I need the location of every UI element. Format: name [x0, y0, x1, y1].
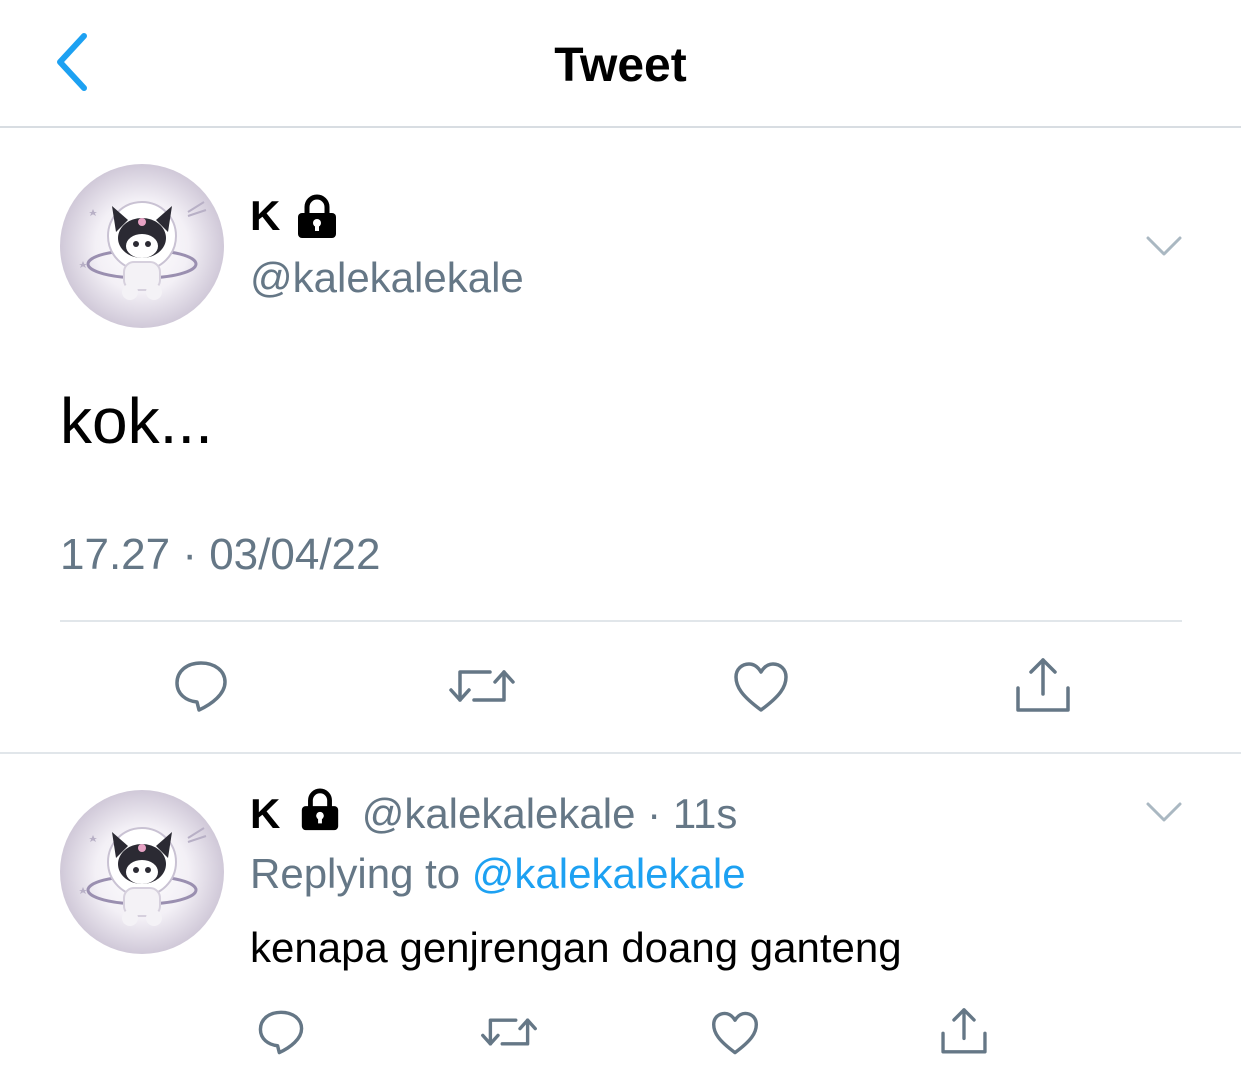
divider	[60, 620, 1182, 622]
mention-link[interactable]: @kalekalekale	[472, 850, 746, 897]
chevron-down-icon[interactable]	[1144, 798, 1184, 826]
chevron-down-icon[interactable]	[1144, 232, 1184, 260]
like-icon[interactable]	[732, 660, 790, 714]
reply-icon[interactable]	[172, 658, 230, 714]
separator-dot: ·	[647, 790, 662, 837]
retweet-icon[interactable]	[480, 1010, 538, 1054]
handle[interactable]: @kalekalekale	[250, 254, 524, 302]
lock-icon	[301, 788, 339, 831]
avatar-image	[79, 201, 207, 300]
reply-display-name[interactable]: K	[250, 790, 280, 837]
timestamp[interactable]: 17.27 · 03/04/22	[60, 530, 380, 580]
reply-header: K @kalekalekale · 11s	[250, 788, 737, 838]
retweet-icon[interactable]	[448, 660, 516, 712]
top-bar: Tweet	[0, 0, 1241, 128]
reply-avatar[interactable]	[60, 790, 224, 954]
tweet-text: kok...	[60, 385, 213, 457]
share-icon[interactable]	[1012, 654, 1074, 714]
divider	[0, 752, 1241, 754]
like-icon[interactable]	[710, 1010, 760, 1056]
reply-icon[interactable]	[256, 1008, 306, 1056]
replying-to: Replying to @kalekalekale	[250, 850, 746, 898]
share-icon[interactable]	[938, 1004, 990, 1056]
avatar-image	[79, 827, 207, 926]
lock-icon	[298, 194, 336, 238]
replying-prefix: Replying to	[250, 850, 461, 897]
reply-text: kenapa genjrengan doang ganteng	[250, 924, 902, 971]
reply-handle[interactable]: @kalekalekale	[362, 790, 636, 837]
reply-age: 11s	[672, 790, 738, 837]
avatar[interactable]	[60, 164, 224, 328]
display-name[interactable]: K	[250, 192, 280, 240]
page-title: Tweet	[554, 39, 687, 92]
